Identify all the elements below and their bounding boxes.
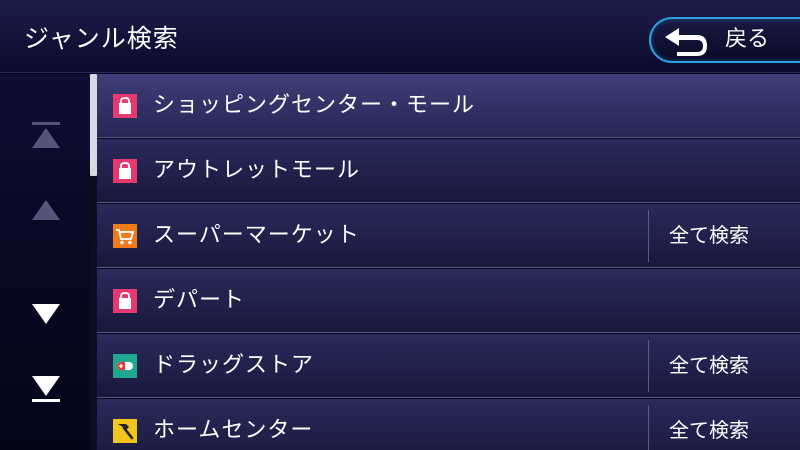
list-item-label: ホームセンター	[153, 418, 314, 443]
shopping-bag-icon	[113, 159, 137, 183]
shopping-bag-icon	[113, 289, 137, 313]
list-item-label: スーパーマーケット	[153, 223, 360, 248]
pill-icon	[113, 354, 137, 378]
page-title: ジャンル検索	[24, 24, 179, 53]
list-item-label: アウトレットモール	[153, 158, 361, 183]
chevron-up-icon	[32, 200, 60, 220]
scroll-nav-panel	[0, 74, 90, 450]
list-item[interactable]: ホームセンター 全て検索	[97, 399, 800, 450]
shopping-cart-icon	[113, 224, 137, 248]
scroll-up-button[interactable]	[28, 194, 64, 224]
list-item-label: ドラッグストア	[153, 353, 315, 378]
scrollbar-thumb[interactable]	[90, 74, 97, 176]
search-all-button[interactable]: 全て検索	[648, 210, 800, 262]
genre-list: ショッピングセンター・モール アウトレットモール スーパーマーケット 全て検索 …	[97, 74, 800, 450]
double-up-icon	[32, 122, 60, 148]
back-button[interactable]: 戻る	[649, 17, 800, 63]
search-all-label: 全て検索	[669, 223, 749, 247]
search-all-button[interactable]: 全て検索	[648, 340, 800, 392]
back-arrow-icon	[665, 28, 707, 56]
search-all-label: 全て検索	[669, 353, 749, 377]
header-bar: ジャンル検索 戻る	[0, 0, 800, 73]
back-button-label: 戻る	[725, 27, 770, 52]
list-item-label: デパート	[153, 288, 246, 313]
list-item[interactable]: アウトレットモール	[97, 139, 800, 203]
list-item-label: ショッピングセンター・モール	[153, 93, 476, 118]
list-item[interactable]: ドラッグストア 全て検索	[97, 334, 800, 398]
list-item[interactable]: デパート	[97, 269, 800, 333]
scroll-down-button[interactable]	[28, 300, 64, 330]
double-down-icon	[32, 376, 60, 402]
hammer-icon	[113, 419, 137, 443]
scrollbar[interactable]	[90, 74, 97, 450]
shopping-bag-icon	[113, 94, 137, 118]
list-item[interactable]: スーパーマーケット 全て検索	[97, 204, 800, 268]
scroll-to-bottom-button[interactable]	[28, 374, 64, 404]
search-all-label: 全て検索	[669, 418, 749, 442]
search-all-button[interactable]: 全て検索	[648, 405, 800, 450]
scroll-to-top-button[interactable]	[28, 120, 64, 150]
chevron-down-icon	[32, 304, 60, 324]
list-item[interactable]: ショッピングセンター・モール	[97, 74, 800, 138]
